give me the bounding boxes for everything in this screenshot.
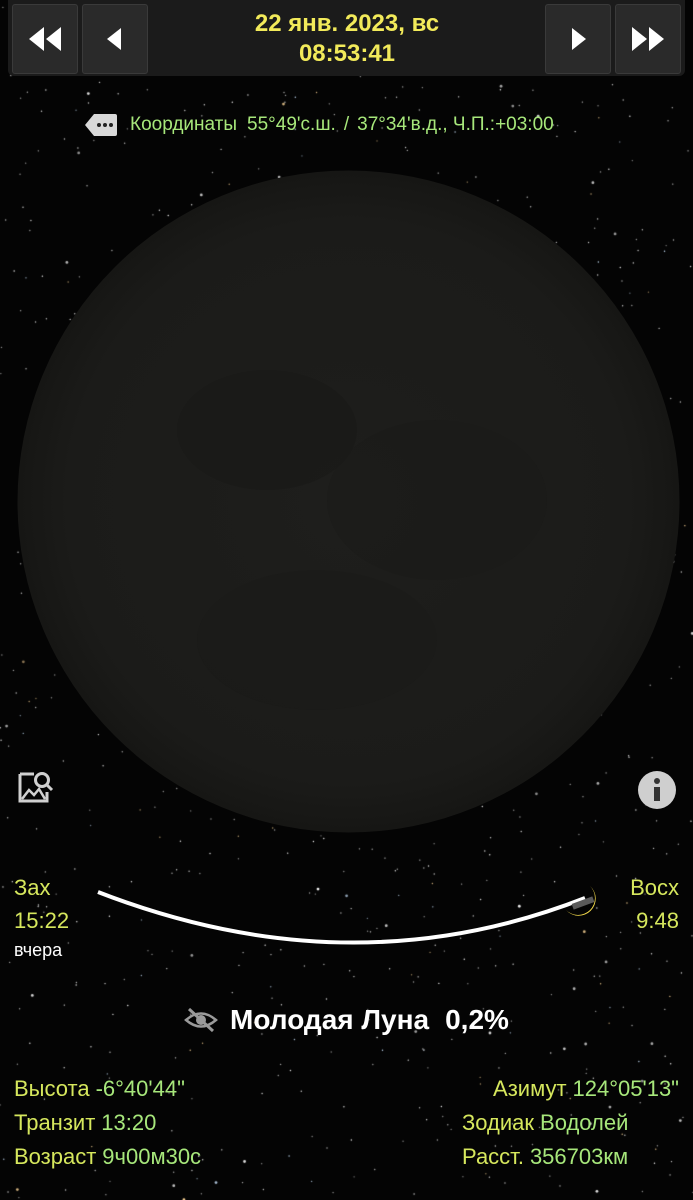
- image-search-button[interactable]: [16, 768, 54, 806]
- date-navigation-bar: 22 янв. 2023, вс 08:53:41: [8, 0, 685, 76]
- zodiac-value: Водолей: [540, 1110, 629, 1135]
- azimuth-value: 124°05'13": [572, 1076, 679, 1101]
- moonrise-label: Восх: [630, 875, 679, 900]
- moon-path-curve: [97, 890, 586, 945]
- moonset-time: 15:22: [14, 908, 70, 933]
- eye-hidden-icon[interactable]: [184, 1006, 218, 1034]
- distance-label: Расст.: [462, 1144, 524, 1169]
- age-label: Возраст: [14, 1144, 97, 1169]
- azimuth-label: Азимут: [493, 1076, 567, 1101]
- transit-value: 13:20: [101, 1110, 157, 1135]
- altitude-value: -6°40'44": [95, 1076, 185, 1101]
- info-button[interactable]: [637, 770, 677, 810]
- moonset-day: вчера: [14, 940, 63, 960]
- age-value: 9ч00м30с: [102, 1144, 202, 1169]
- coordinates-label: Координаты: [130, 114, 238, 135]
- coordinates-separator: /: [343, 114, 350, 135]
- distance-value: 356703км: [529, 1144, 629, 1169]
- transit-row: Транзит 13:20: [14, 1110, 156, 1136]
- zodiac-row: Зодиак Водолей: [462, 1110, 628, 1136]
- image-search-icon: [18, 772, 54, 803]
- coordinates-line[interactable]: Координаты 55°49'с.ш. / 37°34'в.д., Ч.П.…: [84, 110, 554, 140]
- moonrise-time: 9:48: [636, 908, 679, 933]
- moon-position-icon: [566, 886, 596, 916]
- step-forward-button[interactable]: [545, 4, 611, 74]
- phase-illumination: 0,2%: [445, 1004, 509, 1035]
- info-icon: [638, 771, 676, 809]
- fast-forward-button[interactable]: [615, 4, 681, 74]
- azimuth-row: Азимут 124°05'13": [493, 1076, 679, 1102]
- location-tag-icon: [85, 114, 117, 136]
- altitude-row: Высота -6°40'44": [14, 1076, 185, 1102]
- moon-path-arc: [97, 890, 586, 945]
- distance-row: Расст. 356703км: [462, 1144, 628, 1170]
- age-row: Возраст 9ч00м30с: [14, 1144, 201, 1170]
- date-time-display[interactable]: 22 янв. 2023, вс 08:53:41: [151, 4, 543, 74]
- phase-name: Молодая Луна: [230, 1004, 430, 1035]
- step-forward-icon: [572, 28, 586, 50]
- latitude-value: 55°49'с.ш.: [247, 114, 336, 135]
- moon-phase-line: Молодая Луна 0,2%: [0, 998, 693, 1042]
- fast-backward-button[interactable]: [12, 4, 78, 74]
- time-text: 08:53:41: [298, 40, 396, 67]
- moon-image[interactable]: [17, 170, 680, 833]
- longitude-value: 37°34'в.д., Ч.П.:+03:00: [357, 114, 554, 135]
- zodiac-label: Зодиак: [462, 1110, 535, 1135]
- altitude-label: Высота: [14, 1076, 90, 1101]
- date-text: 22 янв. 2023, вс: [254, 10, 440, 37]
- step-backward-icon: [107, 28, 121, 50]
- transit-label: Транзит: [14, 1110, 96, 1135]
- step-backward-button[interactable]: [82, 4, 148, 74]
- fast-forward-icon: [632, 27, 664, 51]
- moonset-label: Зах: [14, 875, 51, 900]
- fast-backward-icon: [29, 27, 61, 51]
